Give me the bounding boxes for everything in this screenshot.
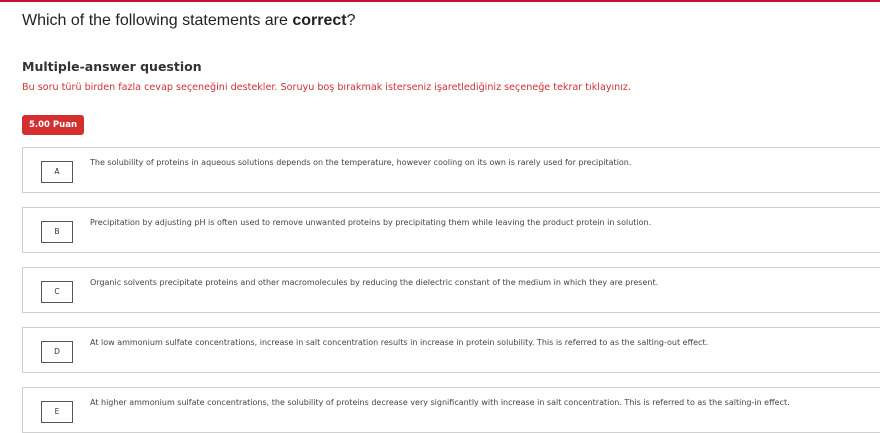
- option-letter-box[interactable]: D: [41, 341, 73, 363]
- option-text: At higher ammonium sulfate concentration…: [90, 398, 790, 407]
- option-text: Organic solvents precipitate proteins an…: [90, 278, 659, 287]
- top-accent-bar: [0, 0, 880, 2]
- question-type-heading: Multiple-answer question: [22, 59, 202, 74]
- option-letter-box[interactable]: E: [41, 401, 73, 423]
- option-text: Precipitation by adjusting pH is often u…: [90, 218, 652, 227]
- question-text-emphasis: correct: [292, 12, 347, 29]
- answer-option-d[interactable]: D At low ammonium sulfate concentrations…: [22, 327, 880, 373]
- question-text-prefix: Which of the following statements are: [22, 12, 293, 29]
- option-text: The solubility of proteins in aqueous so…: [90, 158, 632, 167]
- option-letter-box[interactable]: A: [41, 161, 73, 183]
- question-text-suffix: ?: [346, 12, 356, 29]
- option-letter-box[interactable]: B: [41, 221, 73, 243]
- answer-option-c[interactable]: C Organic solvents precipitate proteins …: [22, 267, 880, 313]
- option-text: At low ammonium sulfate concentrations, …: [90, 338, 709, 347]
- points-badge: 5.00 Puan: [22, 115, 84, 135]
- instruction-hint: Bu soru türü birden fazla cevap seçeneği…: [22, 82, 631, 93]
- option-letter-box[interactable]: C: [41, 281, 73, 303]
- answer-option-a[interactable]: A The solubility of proteins in aqueous …: [22, 147, 880, 193]
- answer-option-e[interactable]: E At higher ammonium sulfate concentrati…: [22, 387, 880, 433]
- answer-option-b[interactable]: B Precipitation by adjusting pH is often…: [22, 207, 880, 253]
- question-title: Which of the following statements are co…: [22, 12, 356, 30]
